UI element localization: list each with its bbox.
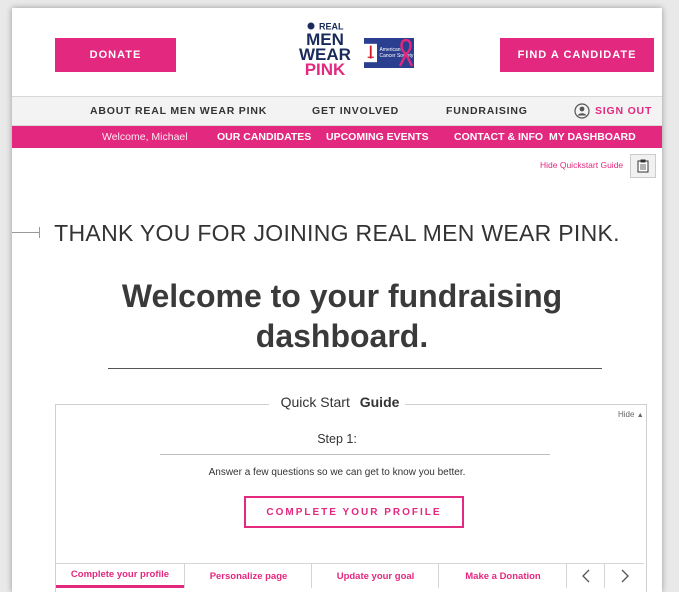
nav-item-my-dashboard[interactable]: MY DASHBOARD [549, 126, 636, 148]
pink-ribbon-icon [398, 38, 414, 67]
user-icon [574, 103, 590, 119]
thank-you-heading: THANK YOU FOR JOINING REAL MEN WEAR PINK… [54, 220, 620, 246]
tab-make-donation[interactable]: Make a Donation [438, 564, 567, 588]
chevron-left-icon [582, 569, 590, 583]
chevron-up-icon: ▲ [636, 412, 644, 419]
nav-item-contact-info[interactable]: CONTACT & INFO [454, 126, 543, 148]
hide-quickstart-link[interactable]: Hide Quickstart Guide [540, 160, 623, 170]
donate-button[interactable]: DONATE [55, 38, 176, 72]
next-step-button[interactable] [604, 564, 645, 588]
nav-item-upcoming-events[interactable]: UPCOMING EVENTS [326, 126, 429, 148]
welcome-heading: Welcome to your fundraising dashboard. [121, 278, 563, 354]
primary-nav: ABOUT REAL MEN WEAR PINK GET INVOLVED FU… [12, 96, 662, 126]
quick-start-title: Quick Start Guide [12, 394, 662, 410]
step-description: Answer a few questions so we can get to … [208, 467, 466, 478]
chevron-right-icon [621, 569, 629, 583]
prev-step-button[interactable] [566, 564, 605, 588]
acs-sword-icon [364, 43, 378, 63]
nav-item-fundraising[interactable]: FUNDRAISING [446, 97, 528, 125]
heading-divider [108, 368, 602, 369]
sign-out-link[interactable]: SIGN OUT [574, 97, 652, 125]
tab-complete-profile[interactable]: Complete your profile [56, 564, 184, 588]
find-a-candidate-button[interactable]: FIND A CANDIDATE [500, 38, 654, 72]
step-label: Step 1: [317, 432, 357, 446]
quickstart-toggle-button[interactable] [630, 154, 656, 178]
real-men-wear-pink-logo[interactable]: REAL MEN WEAR PINK American Cancer Socie… [280, 22, 414, 90]
secondary-nav: Welcome, Michael OUR CANDIDATES UPCOMING… [12, 126, 662, 148]
nav-item-about[interactable]: ABOUT REAL MEN WEAR PINK [90, 97, 267, 125]
tab-update-goal[interactable]: Update your goal [311, 564, 439, 588]
complete-profile-button[interactable]: COMPLETE YOUR PROFILE [244, 496, 464, 528]
page: DONATE REAL MEN WEAR PINK American Cance… [12, 8, 662, 592]
quick-start-hide[interactable]: Hide ▲ [618, 410, 644, 419]
nav-item-get-involved[interactable]: GET INVOLVED [312, 97, 399, 125]
nav-item-our-candidates[interactable]: OUR CANDIDATES [217, 126, 311, 148]
logo-text: REAL MEN WEAR PINK [299, 21, 351, 79]
step-divider [160, 454, 550, 455]
tab-personalize-page[interactable]: Personalize page [184, 564, 312, 588]
welcome-text: Welcome, Michael [102, 131, 188, 143]
clipboard-icon [637, 159, 649, 173]
